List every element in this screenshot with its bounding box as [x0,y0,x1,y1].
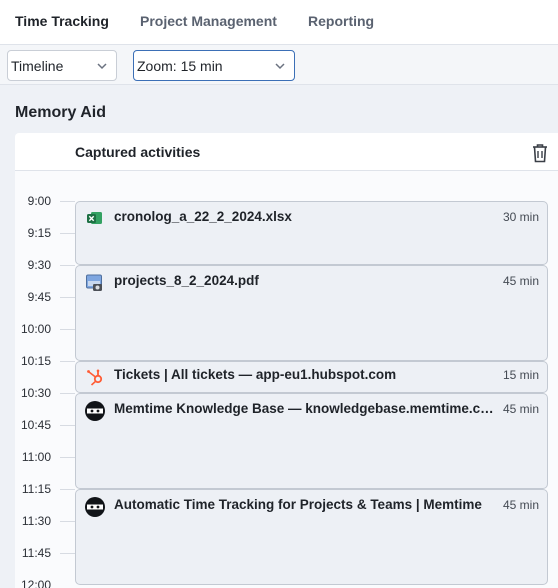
time-label: 9:30 [27,258,51,272]
chevron-down-icon [275,63,285,70]
tab-project-management[interactable]: Project Management [140,13,277,29]
timeline-gridline [60,521,75,522]
pdf-preview-icon [86,274,102,291]
timeline-gridline [60,553,75,554]
excel-icon [87,212,102,224]
timeline-gridline [60,425,75,426]
memtime-icon [85,497,105,517]
activity-duration: 45 min [502,274,539,288]
tab-reporting[interactable]: Reporting [308,13,374,29]
activity-name: Memtime Knowledge Base — knowledgebase.m… [114,401,494,416]
activity-name: projects_8_2_2024.pdf [114,273,259,288]
timeline-gridline [60,265,75,266]
timeline-gridline [60,297,75,298]
timeline-gridline [60,393,75,394]
tab-time-tracking[interactable]: Time Tracking [15,13,109,29]
panel-header: Captured activities [15,133,558,171]
time-label: 10:30 [20,386,51,400]
view-select[interactable]: Timeline [7,50,117,81]
memtime-icon [85,401,105,421]
activity-duration: 45 min [502,498,539,512]
time-label: 11:30 [21,514,51,528]
time-label: 9:15 [27,226,51,240]
view-select-value: Timeline [11,58,64,74]
time-label: 10:15 [20,354,51,368]
activity-name: Automatic Time Tracking for Projects & T… [114,497,482,512]
time-label: 9:45 [27,290,51,304]
section-title: Memory Aid [15,104,106,121]
hubspot-icon [87,369,103,386]
toolbar: Timeline Zoom: 15 min [0,45,558,85]
activity-card[interactable]: Automatic Time Tracking for Projects & T… [75,489,548,585]
activity-duration: 15 min [502,368,539,382]
trash-icon[interactable] [529,142,551,164]
activity-card[interactable]: Tickets | All tickets — app-eu1.hubspot.… [75,361,548,393]
time-label: 11:00 [21,450,51,464]
time-label: 11:45 [21,546,51,560]
time-label: 10:45 [20,418,51,432]
activity-duration: 45 min [502,402,539,416]
timeline-gridline [60,489,75,490]
activity-card[interactable]: cronolog_a_22_2_2024.xlsx 30 min [75,201,548,265]
zoom-select-value: Zoom: 15 min [137,58,223,74]
activity-card[interactable]: projects_8_2_2024.pdf 45 min [75,265,548,361]
timeline-gridline [60,233,75,234]
panel-title: Captured activities [75,144,201,160]
timeline[interactable]: 9:00 9:15 9:30 9:45 10:00 10:15 10:30 10… [15,171,558,588]
time-label: 10:00 [20,322,51,336]
activity-duration: 30 min [502,210,539,224]
timeline-gridline [60,329,75,330]
timeline-gridline [60,201,75,202]
top-navigation: Time Tracking Project Management Reporti… [0,0,558,45]
activity-card[interactable]: Memtime Knowledge Base — knowledgebase.m… [75,393,548,489]
activity-name: cronolog_a_22_2_2024.xlsx [114,209,292,224]
timeline-gridline [60,457,75,458]
time-label: 11:15 [21,482,51,496]
time-label: 9:00 [27,194,51,208]
captured-activities-panel: Captured activities 9:00 9:15 9:30 9:45 … [15,133,558,588]
timeline-gridline [60,361,75,362]
time-label: 12:00 [20,578,51,588]
zoom-select[interactable]: Zoom: 15 min [133,50,295,81]
chevron-down-icon [97,63,107,70]
activity-name: Tickets | All tickets — app-eu1.hubspot.… [114,367,397,382]
